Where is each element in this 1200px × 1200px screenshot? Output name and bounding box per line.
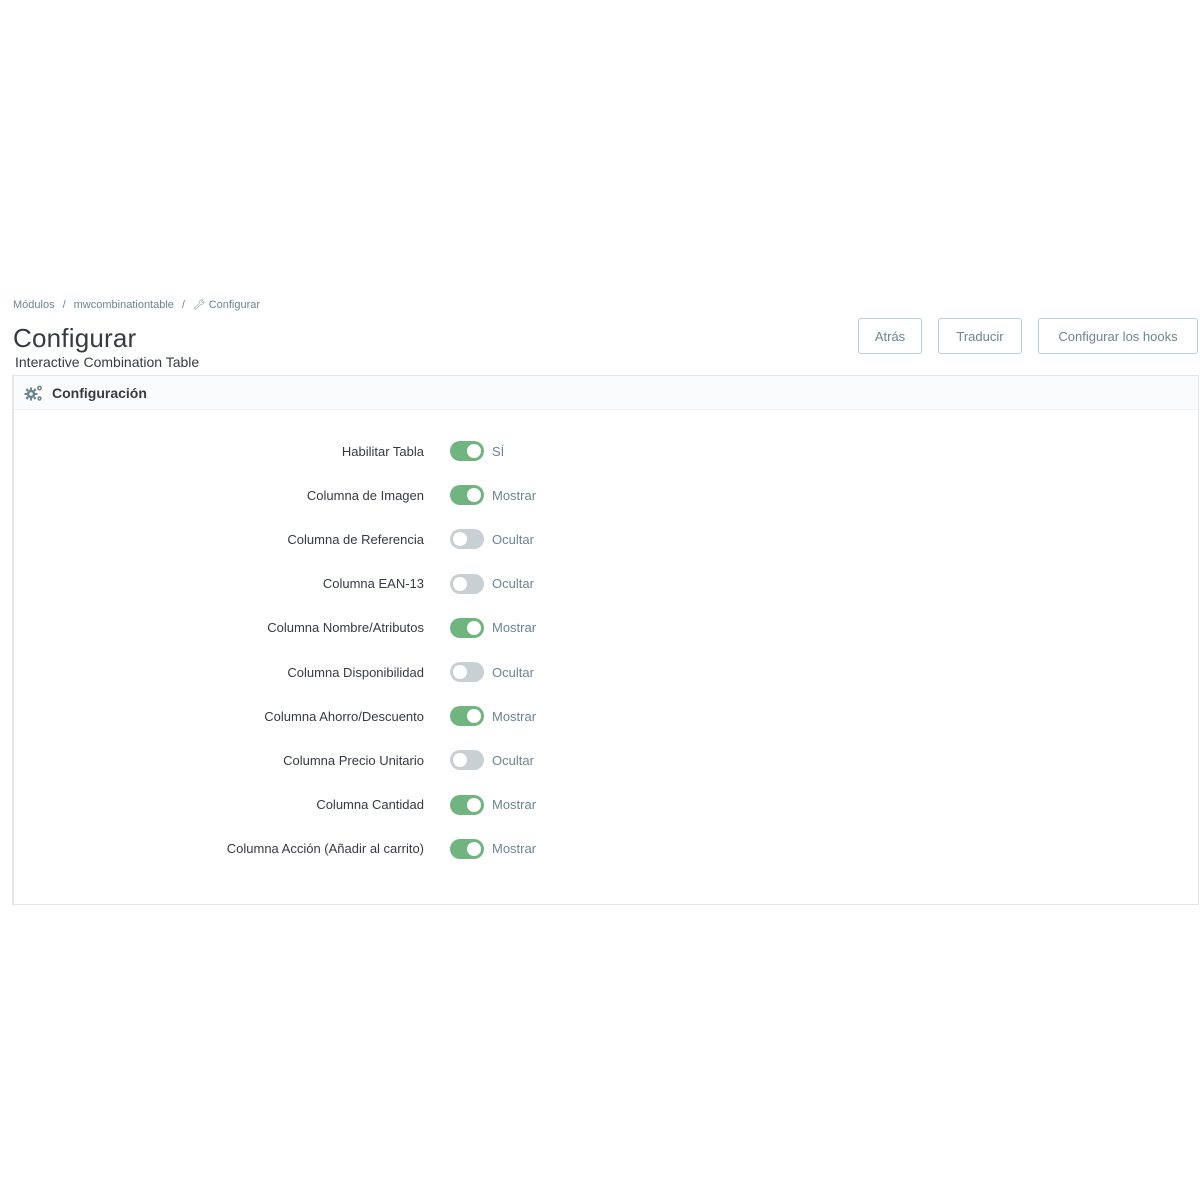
toolbar: Atrás Traducir Configurar los hooks <box>858 318 1198 354</box>
setting-toggle[interactable] <box>450 750 484 771</box>
setting-toggle[interactable] <box>450 617 484 638</box>
setting-row: Habilitar Tabla SÍ <box>14 429 1198 473</box>
setting-label: Columna Precio Unitario <box>283 752 424 768</box>
setting-toggle[interactable] <box>450 662 484 683</box>
setting-toggle[interactable] <box>450 838 484 859</box>
setting-state: Ocultar <box>492 664 534 680</box>
toggle-knob <box>467 488 481 503</box>
toggle-knob <box>467 620 481 635</box>
settings-list: Habilitar Tabla SÍ Columna de Imagen Mostra… <box>14 429 1198 871</box>
toggle-knob <box>467 841 481 856</box>
breadcrumb-item-configurar: Configurar <box>208 299 261 311</box>
setting-label: Columna Ahorro/Descuento <box>264 708 424 724</box>
setting-toggle[interactable] <box>450 441 484 462</box>
setting-label: Columna de Imagen <box>306 487 424 503</box>
setting-toggle[interactable] <box>450 706 484 727</box>
setting-row: Columna Cantidad Mostrar <box>14 783 1198 827</box>
breadcrumb-item-modulos[interactable]: Módulos <box>13 299 55 311</box>
panel-heading-label: Configuración <box>52 384 147 401</box>
setting-state: Ocultar <box>492 531 534 547</box>
setting-label: Columna Nombre/Atributos <box>267 620 424 636</box>
setting-toggle[interactable] <box>450 485 484 506</box>
setting-row: Columna de Referencia Ocultar <box>14 517 1198 561</box>
setting-toggle[interactable] <box>450 794 484 815</box>
setting-state: Mostrar <box>492 797 537 813</box>
back-button[interactable]: Atrás <box>858 318 922 354</box>
setting-label: Columna de Referencia <box>287 531 424 547</box>
setting-row: Columna de Imagen Mostrar <box>14 473 1198 517</box>
setting-state: Ocultar <box>492 752 534 768</box>
toggle-knob <box>453 532 467 547</box>
breadcrumb: Módulos / mwcombinationtable / 🔧︎ Config… <box>13 299 260 311</box>
toggle-knob <box>467 709 481 724</box>
breadcrumb-separator: / <box>62 299 66 311</box>
setting-label: Columna EAN-13 <box>322 576 424 592</box>
setting-row: Columna Acción (Añadir al carrito) Mostra… <box>14 827 1198 871</box>
setting-state: Mostrar <box>492 841 537 857</box>
setting-row: Columna Precio Unitario Ocultar <box>14 738 1198 782</box>
setting-state: Mostrar <box>492 708 537 724</box>
page-title: Configurar <box>13 323 137 353</box>
setting-row: Columna EAN-13 Ocultar <box>14 562 1198 606</box>
setting-state: Ocultar <box>492 576 534 592</box>
setting-toggle[interactable] <box>450 573 484 594</box>
breadcrumb-item-module[interactable]: mwcombinationtable <box>74 299 174 311</box>
toggle-knob <box>467 797 481 812</box>
setting-label: Habilitar Tabla <box>341 443 424 459</box>
toggle-knob <box>453 665 467 680</box>
setting-state: Mostrar <box>492 487 537 503</box>
breadcrumb-separator: / <box>181 299 185 311</box>
toggle-knob <box>453 576 467 591</box>
setting-state: Mostrar <box>492 620 537 636</box>
configure-hooks-button[interactable]: Configurar los hooks <box>1038 318 1198 354</box>
setting-row: Columna Disponibilidad Ocultar <box>14 650 1198 694</box>
setting-row: Columna Ahorro/Descuento Mostrar <box>14 694 1198 738</box>
setting-row: Columna Nombre/Atributos Mostrar <box>14 606 1198 650</box>
panel-heading: Configuración <box>14 376 1198 410</box>
translate-button[interactable]: Traducir <box>938 318 1022 354</box>
page-subtitle: Interactive Combination Table <box>15 354 200 370</box>
wrench-icon: 🔧︎ <box>192 299 206 311</box>
setting-toggle[interactable] <box>450 529 484 550</box>
toggle-knob <box>453 753 467 768</box>
gears-icon <box>24 385 42 401</box>
setting-label: Columna Cantidad <box>316 797 424 813</box>
toggle-knob <box>467 444 481 459</box>
configuration-panel: Configuración Habilitar Tabla SÍ Columna d… <box>12 375 1199 905</box>
setting-state: SÍ <box>492 443 505 459</box>
setting-label: Columna Disponibilidad <box>287 664 424 680</box>
setting-label: Columna Acción (Añadir al carrito) <box>226 841 424 857</box>
